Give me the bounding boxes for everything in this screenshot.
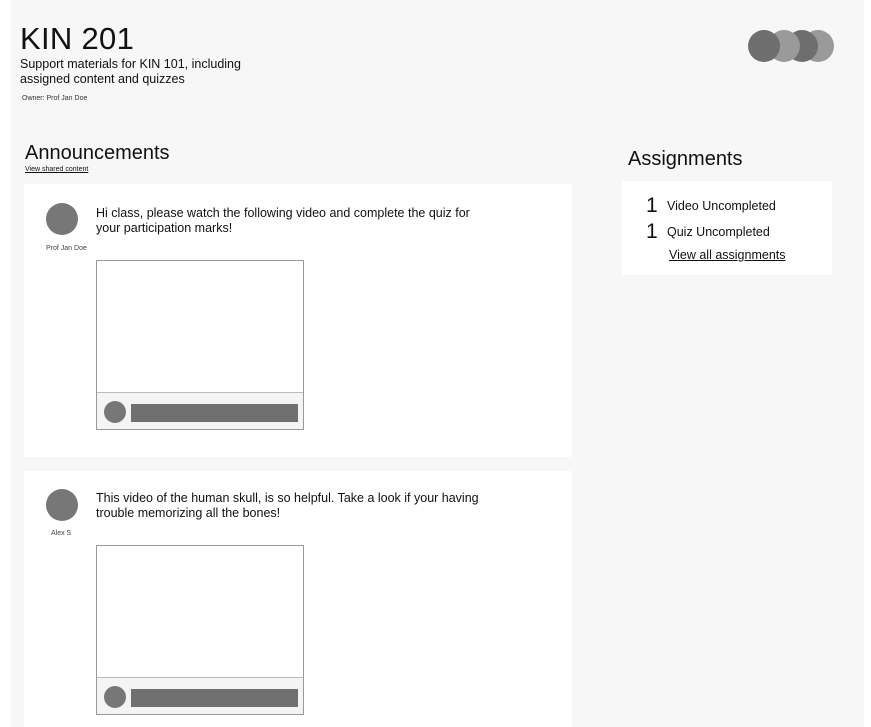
- video-progress-bar[interactable]: [131, 404, 298, 422]
- video-player[interactable]: [96, 260, 304, 430]
- assignment-item[interactable]: 1 Video Uncompleted: [646, 194, 776, 218]
- post-author: Prof Jan Doe: [46, 245, 87, 252]
- assignment-label: Video Uncompleted: [667, 199, 776, 213]
- announcement-card: Alex S This video of the human skull, is…: [24, 471, 572, 727]
- course-description: Support materials for KIN 101, including…: [20, 57, 241, 86]
- assignment-label: Quiz Uncompleted: [667, 225, 770, 239]
- play-button[interactable]: [104, 401, 126, 423]
- video-progress-bar[interactable]: [131, 689, 298, 707]
- course-page: KIN 201 Support materials for KIN 101, i…: [11, 0, 864, 727]
- assignment-count: 1: [646, 220, 658, 243]
- video-controls: [97, 392, 303, 429]
- avatar[interactable]: [46, 203, 78, 235]
- view-all-assignments-link[interactable]: View all assignments: [669, 248, 786, 262]
- announcements-heading: Announcements: [25, 142, 170, 164]
- assignment-item[interactable]: 1 Quiz Uncompleted: [646, 220, 770, 244]
- course-owner: Owner: Prof Jan Doe: [22, 95, 88, 102]
- assignments-card: 1 Video Uncompleted 1 Quiz Uncompleted V…: [622, 181, 832, 275]
- video-controls: [97, 677, 303, 714]
- announcement-card: Prof Jan Doe Hi class, please watch the …: [24, 184, 572, 457]
- post-message: Hi class, please watch the following vid…: [96, 206, 470, 235]
- assignment-count: 1: [646, 194, 658, 217]
- view-shared-content-link[interactable]: View shared content: [25, 166, 88, 173]
- member-avatars[interactable]: [748, 30, 838, 64]
- post-author: Alex S: [51, 530, 72, 537]
- video-player[interactable]: [96, 545, 304, 715]
- member-avatar[interactable]: [748, 30, 780, 62]
- assignments-heading: Assignments: [628, 148, 743, 170]
- avatar[interactable]: [46, 489, 78, 521]
- course-title: KIN 201: [20, 21, 135, 56]
- play-button[interactable]: [104, 686, 126, 708]
- post-message: This video of the human skull, is so hel…: [96, 491, 479, 520]
